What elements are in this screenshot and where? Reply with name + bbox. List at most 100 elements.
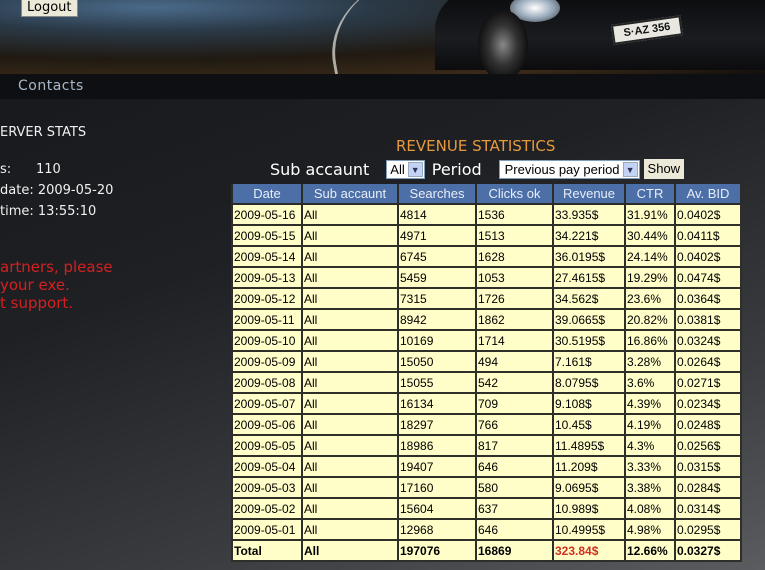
- table-cell: 2009-05-05: [231, 434, 303, 457]
- header-banner: S·AZ 356 Logout: [0, 0, 765, 74]
- table-cell: 494: [475, 350, 554, 373]
- table-cell: 3.33%: [624, 455, 676, 478]
- table-cell: 34.221$: [552, 224, 626, 247]
- show-button[interactable]: Show: [643, 159, 685, 179]
- table-cell: 19.29%: [624, 266, 676, 289]
- period-label: Period: [431, 159, 482, 179]
- table-cell: 4971: [397, 224, 477, 247]
- table-cell: 0.0402$: [674, 203, 742, 226]
- table-cell: 197076: [397, 539, 477, 562]
- table-cell: 15055: [397, 371, 477, 394]
- table-cell: 0.0295$: [674, 518, 742, 541]
- table-cell: 817: [475, 434, 554, 457]
- table-cell: 0.0248$: [674, 413, 742, 436]
- table-cell: 2009-05-03: [231, 476, 303, 499]
- table-cell: 0.0264$: [674, 350, 742, 373]
- table-row: 2009-05-02 All 15604 637 10.989$ 4.08% 0.0314$: [231, 497, 742, 520]
- table-cell: 19407: [397, 455, 477, 478]
- table-cell: 0.0256$: [674, 434, 742, 457]
- table-row: 2009-05-05 All 18986 817 11.4895$ 4.3% 0.0256$: [231, 434, 742, 457]
- table-cell: 18297: [397, 413, 477, 436]
- table-cell: 0.0314$: [674, 497, 742, 520]
- table-cell: 4814: [397, 203, 477, 226]
- table-row: 2009-05-01 All 12968 646 10.4995$ 4.98% 0.0295…: [231, 518, 742, 541]
- table-cell: All: [301, 287, 399, 310]
- table-cell: 30.44%: [624, 224, 676, 247]
- table-cell: 1726: [475, 287, 554, 310]
- table-cell: 27.4615$: [552, 266, 626, 289]
- table-cell: 2009-05-14: [231, 245, 303, 268]
- table-row: 2009-05-13 All 5459 1053 27.4615$ 19.29% 0.047…: [231, 266, 742, 289]
- table-cell: 2009-05-13: [231, 266, 303, 289]
- table-cell: 30.5195$: [552, 329, 626, 352]
- table-cell: All: [301, 392, 399, 415]
- table-cell: 10169: [397, 329, 477, 352]
- table-cell: All: [301, 539, 399, 562]
- table-cell: 709: [475, 392, 554, 415]
- table-row: 2009-05-07 All 16134 709 9.108$ 4.39% 0.0234$: [231, 392, 742, 415]
- table-cell: 2009-05-10: [231, 329, 303, 352]
- table-cell: All: [301, 203, 399, 226]
- table-cell: 12968: [397, 518, 477, 541]
- table-cell: 766: [475, 413, 554, 436]
- chevron-down-icon: ▼: [407, 161, 423, 177]
- table-cell: All: [301, 329, 399, 352]
- table-cell: 323.84$: [552, 539, 626, 562]
- table-cell: 10.4995$: [552, 518, 626, 541]
- table-row: 2009-05-03 All 17160 580 9.0695$ 3.38% 0.0284$: [231, 476, 742, 499]
- table-cell: 580: [475, 476, 554, 499]
- table-cell: 0.0474$: [674, 266, 742, 289]
- table-cell: 5459: [397, 266, 477, 289]
- table-cell: 1513: [475, 224, 554, 247]
- table-cell: 0.0284$: [674, 476, 742, 499]
- table-row: 2009-05-04 All 19407 646 11.209$ 3.33% 0.0315$: [231, 455, 742, 478]
- sub-account-select[interactable]: All ▼: [386, 159, 425, 179]
- table-cell: 17160: [397, 476, 477, 499]
- table-cell: 0.0324$: [674, 329, 742, 352]
- revenue-title: REVENUE STATISTICS: [396, 137, 556, 155]
- table-cell: All: [301, 455, 399, 478]
- table-cell: All: [301, 518, 399, 541]
- table-cell: 0.0381$: [674, 308, 742, 331]
- table-row: 2009-05-15 All 4971 1513 34.221$ 30.44% 0.0411…: [231, 224, 742, 247]
- nav-contacts[interactable]: Contacts: [18, 78, 84, 94]
- table-cell: All: [301, 413, 399, 436]
- table-cell: 15050: [397, 350, 477, 373]
- table-cell: 10.45$: [552, 413, 626, 436]
- car-wheel: [478, 10, 528, 74]
- table-cell: 2009-05-11: [231, 308, 303, 331]
- logout-button[interactable]: Logout: [21, 0, 78, 17]
- server-stats: ERVER STATS s: 110 date: 2009-05-20 time…: [0, 122, 113, 222]
- table-cell: 12.66%: [624, 539, 676, 562]
- table-cell: 15604: [397, 497, 477, 520]
- table-cell: 9.108$: [552, 392, 626, 415]
- column-header: Av. BID: [674, 184, 742, 205]
- table-cell: 3.38%: [624, 476, 676, 499]
- table-cell: 1628: [475, 245, 554, 268]
- table-cell: 7.161$: [552, 350, 626, 373]
- table-cell: 23.6%: [624, 287, 676, 310]
- table-cell: 20.82%: [624, 308, 676, 331]
- table-cell: 2009-05-07: [231, 392, 303, 415]
- table-cell: Total: [231, 539, 303, 562]
- table-cell: 646: [475, 518, 554, 541]
- table-cell: 9.0695$: [552, 476, 626, 499]
- table-cell: 0.0271$: [674, 371, 742, 394]
- table-cell: 2009-05-04: [231, 455, 303, 478]
- table-cell: 11.4895$: [552, 434, 626, 457]
- table-cell: 0.0327$: [674, 539, 742, 562]
- table-cell: 4.08%: [624, 497, 676, 520]
- table-cell: 2009-05-16: [231, 203, 303, 226]
- server-stats-title: ERVER STATS: [0, 125, 87, 140]
- table-cell: 1714: [475, 329, 554, 352]
- table-row: 2009-05-11 All 8942 1862 39.0665$ 20.82% 0.038…: [231, 308, 742, 331]
- column-header: Date: [231, 184, 303, 205]
- table-cell: 4.39%: [624, 392, 676, 415]
- table-cell: 11.209$: [552, 455, 626, 478]
- table-cell: All: [301, 266, 399, 289]
- table-cell: All: [301, 224, 399, 247]
- table-cell: 2009-05-15: [231, 224, 303, 247]
- table-cell: 0.0315$: [674, 455, 742, 478]
- period-select[interactable]: Previous pay period ▼: [498, 159, 640, 179]
- notice-text: artners, please your exe. t support.: [0, 258, 113, 312]
